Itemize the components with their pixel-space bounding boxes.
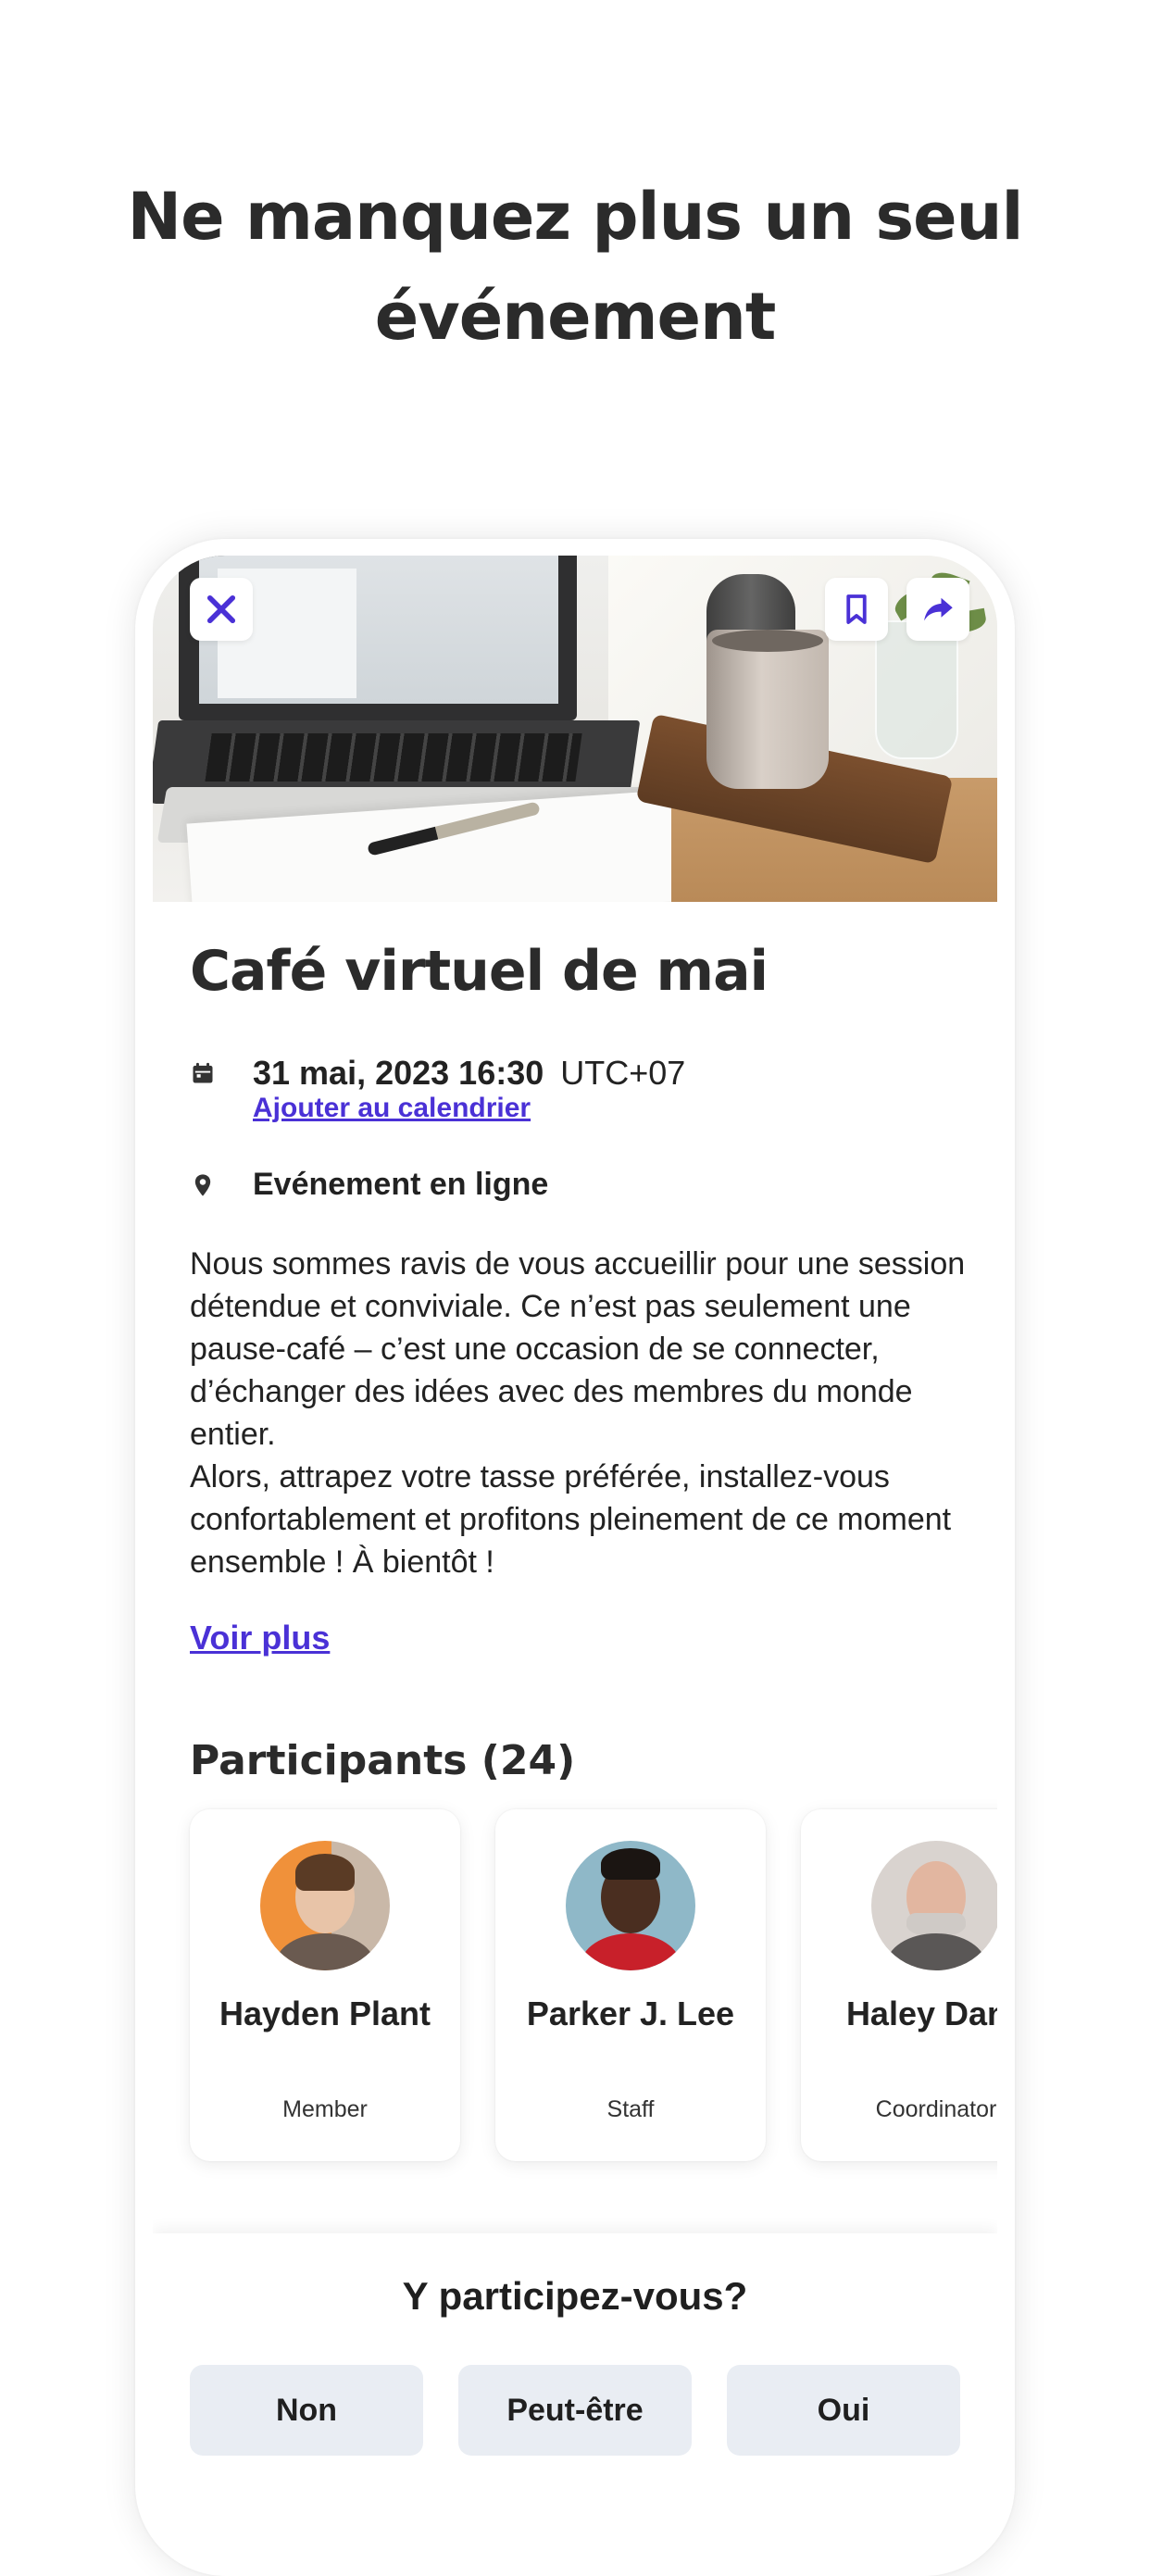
- close-icon: [206, 594, 236, 624]
- event-title: Café virtuel de mai: [190, 939, 769, 1004]
- share-button[interactable]: [906, 578, 969, 641]
- avatar: [871, 1841, 997, 1970]
- event-location-row: Evénement en ligne: [190, 1167, 548, 1203]
- participant-role: Coordinator: [875, 2096, 997, 2122]
- bookmark-button[interactable]: [825, 578, 888, 641]
- rsvp-no-button[interactable]: Non: [190, 2365, 423, 2456]
- avatar: [566, 1841, 695, 1970]
- headline-line-2: événement: [374, 279, 777, 355]
- event-date-row: 31 mai, 2023 16:30 UTC+07: [190, 1054, 685, 1093]
- rsvp-maybe-button[interactable]: Peut-être: [458, 2365, 692, 2456]
- see-more-link[interactable]: Voir plus: [190, 1619, 330, 1657]
- participant-card[interactable]: Parker J. Lee Staff: [495, 1809, 766, 2161]
- calendar-icon: [190, 1059, 216, 1087]
- location-pin-icon: [190, 1171, 216, 1199]
- share-icon: [924, 597, 953, 621]
- participant-name: Parker J. Lee: [526, 1995, 735, 2032]
- description-paragraph-1: Nous sommes ravis de vous accueillir pou…: [190, 1246, 966, 1452]
- event-screen: Café virtuel de mai 31 mai, 2023 16:30 U…: [153, 556, 997, 2489]
- rsvp-question: Y participez-vous?: [402, 2274, 748, 2318]
- add-to-calendar-link[interactable]: Ajouter au calendrier: [253, 1093, 531, 1124]
- event-date: 31 mai, 2023 16:30: [253, 1054, 544, 1092]
- close-button[interactable]: [190, 578, 253, 641]
- participant-card[interactable]: Hayden Plant Member: [190, 1809, 460, 2161]
- event-location: Evénement en ligne: [253, 1167, 549, 1202]
- participant-role: Staff: [606, 2096, 655, 2122]
- event-timezone: UTC+07: [560, 1054, 686, 1092]
- participant-name: Hayden Plant: [219, 1995, 431, 2032]
- rsvp-yes-button[interactable]: Oui: [727, 2365, 960, 2456]
- participant-role: Member: [282, 2096, 368, 2122]
- participant-name: Haley Dane: [845, 1995, 997, 2032]
- headline-line-1: Ne manquez plus un seul: [127, 179, 1024, 255]
- rsvp-panel: Y participez-vous? Non Peut-être Oui: [153, 2233, 997, 2489]
- avatar: [260, 1841, 390, 1970]
- participant-card[interactable]: Haley Dane Coordinator: [801, 1809, 997, 2161]
- participants-title: Participants (24): [190, 1737, 576, 1784]
- headline: Ne manquez plus un seul événement: [0, 167, 1150, 367]
- event-description: Nous sommes ravis de vous accueillir pou…: [190, 1243, 968, 1583]
- bookmark-icon: [846, 594, 867, 624]
- description-paragraph-2: Alors, attrapez votre tasse préférée, in…: [190, 1459, 952, 1580]
- event-cover-image: [153, 556, 997, 902]
